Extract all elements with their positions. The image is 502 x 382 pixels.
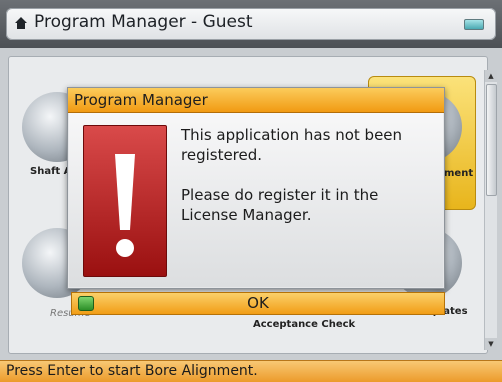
home-icon[interactable] — [14, 16, 28, 30]
tile-label-ment: ment — [444, 168, 474, 179]
dialog-message-line2: Please do register it in the License Man… — [181, 186, 379, 224]
status-text: Press Enter to start Bore Alignment. — [6, 363, 258, 379]
exclamation-icon — [83, 125, 167, 277]
ok-button[interactable]: OK — [71, 292, 445, 315]
vertical-scrollbar[interactable]: ▲ ▼ — [484, 70, 497, 350]
title-pill: Program Manager - Guest — [6, 8, 496, 40]
registration-dialog: Program Manager This application has not… — [67, 87, 445, 289]
scroll-up-arrow-icon[interactable]: ▲ — [485, 70, 497, 82]
dialog-message: This application has not been registered… — [181, 125, 439, 245]
title-bar: Program Manager - Guest — [0, 0, 502, 48]
dialog-body: This application has not been registered… — [69, 113, 443, 287]
tile-label-acceptance-check[interactable]: Acceptance Check — [253, 319, 355, 330]
battery-icon — [464, 19, 484, 30]
ok-button-label: OK — [247, 294, 269, 312]
window-title: Program Manager - Guest — [34, 12, 253, 32]
dialog-message-line1: This application has not been registered… — [181, 126, 403, 164]
status-bar: Press Enter to start Bore Alignment. — [0, 360, 502, 382]
dialog-title-bar: Program Manager — [68, 88, 444, 113]
scroll-down-arrow-icon[interactable]: ▼ — [485, 338, 497, 350]
dialog-title: Program Manager — [74, 91, 208, 109]
scroll-thumb[interactable] — [486, 84, 497, 196]
tile-label-shaft: Shaft A — [30, 166, 72, 177]
